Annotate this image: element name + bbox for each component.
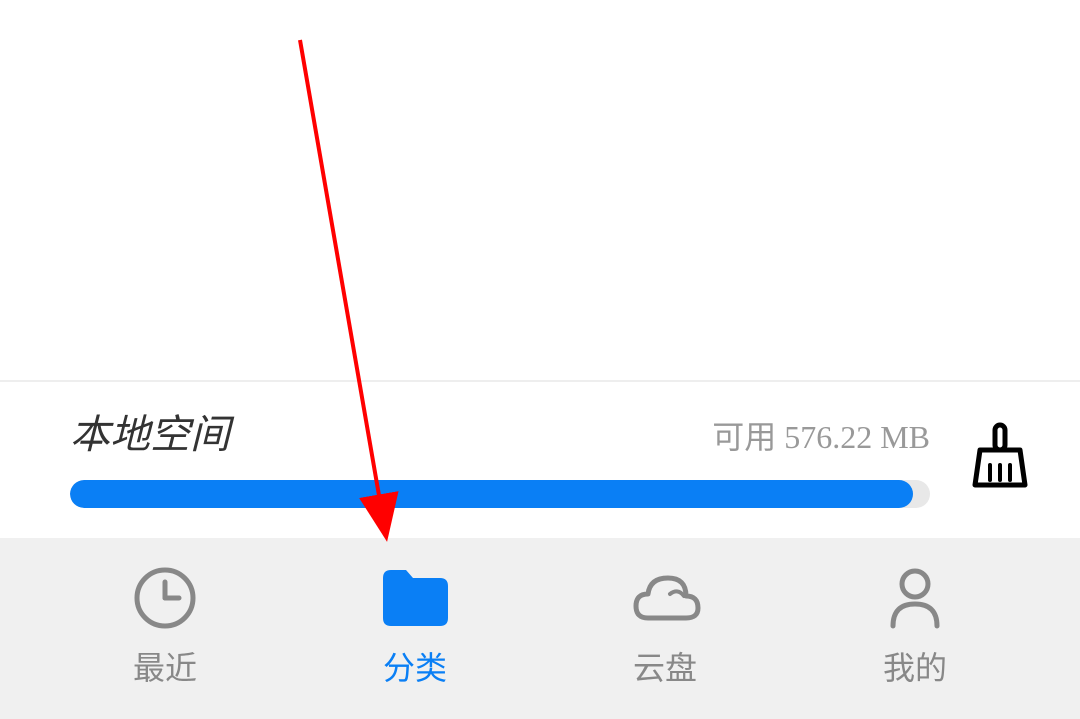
storage-title: 本地空间: [70, 402, 230, 460]
nav-category-label: 分类: [383, 643, 447, 689]
storage-header: 本地空间 可用 576.22 MB: [70, 402, 930, 460]
nav-recent-label: 最近: [133, 643, 197, 689]
clean-button[interactable]: [970, 420, 1030, 490]
storage-section: 本地空间 可用 576.22 MB: [0, 380, 1080, 538]
nav-cloud[interactable]: 云盘: [628, 568, 703, 689]
nav-profile[interactable]: 我的: [878, 568, 953, 689]
storage-info[interactable]: 本地空间 可用 576.22 MB: [70, 402, 930, 508]
cloud-icon: [628, 568, 703, 628]
storage-progress-bar: [70, 480, 930, 508]
nav-category[interactable]: 分类: [378, 568, 453, 689]
storage-available: 可用 576.22 MB: [712, 412, 930, 458]
clock-icon: [128, 568, 203, 628]
bottom-navigation: 最近 分类 云盘 我的: [0, 538, 1080, 719]
folder-icon: [378, 568, 453, 628]
person-icon: [878, 568, 953, 628]
nav-recent[interactable]: 最近: [128, 568, 203, 689]
content-area: [0, 0, 1080, 380]
storage-progress-fill: [70, 480, 913, 508]
nav-profile-label: 我的: [883, 643, 947, 689]
broom-icon: [970, 420, 1030, 490]
nav-cloud-label: 云盘: [633, 643, 697, 689]
